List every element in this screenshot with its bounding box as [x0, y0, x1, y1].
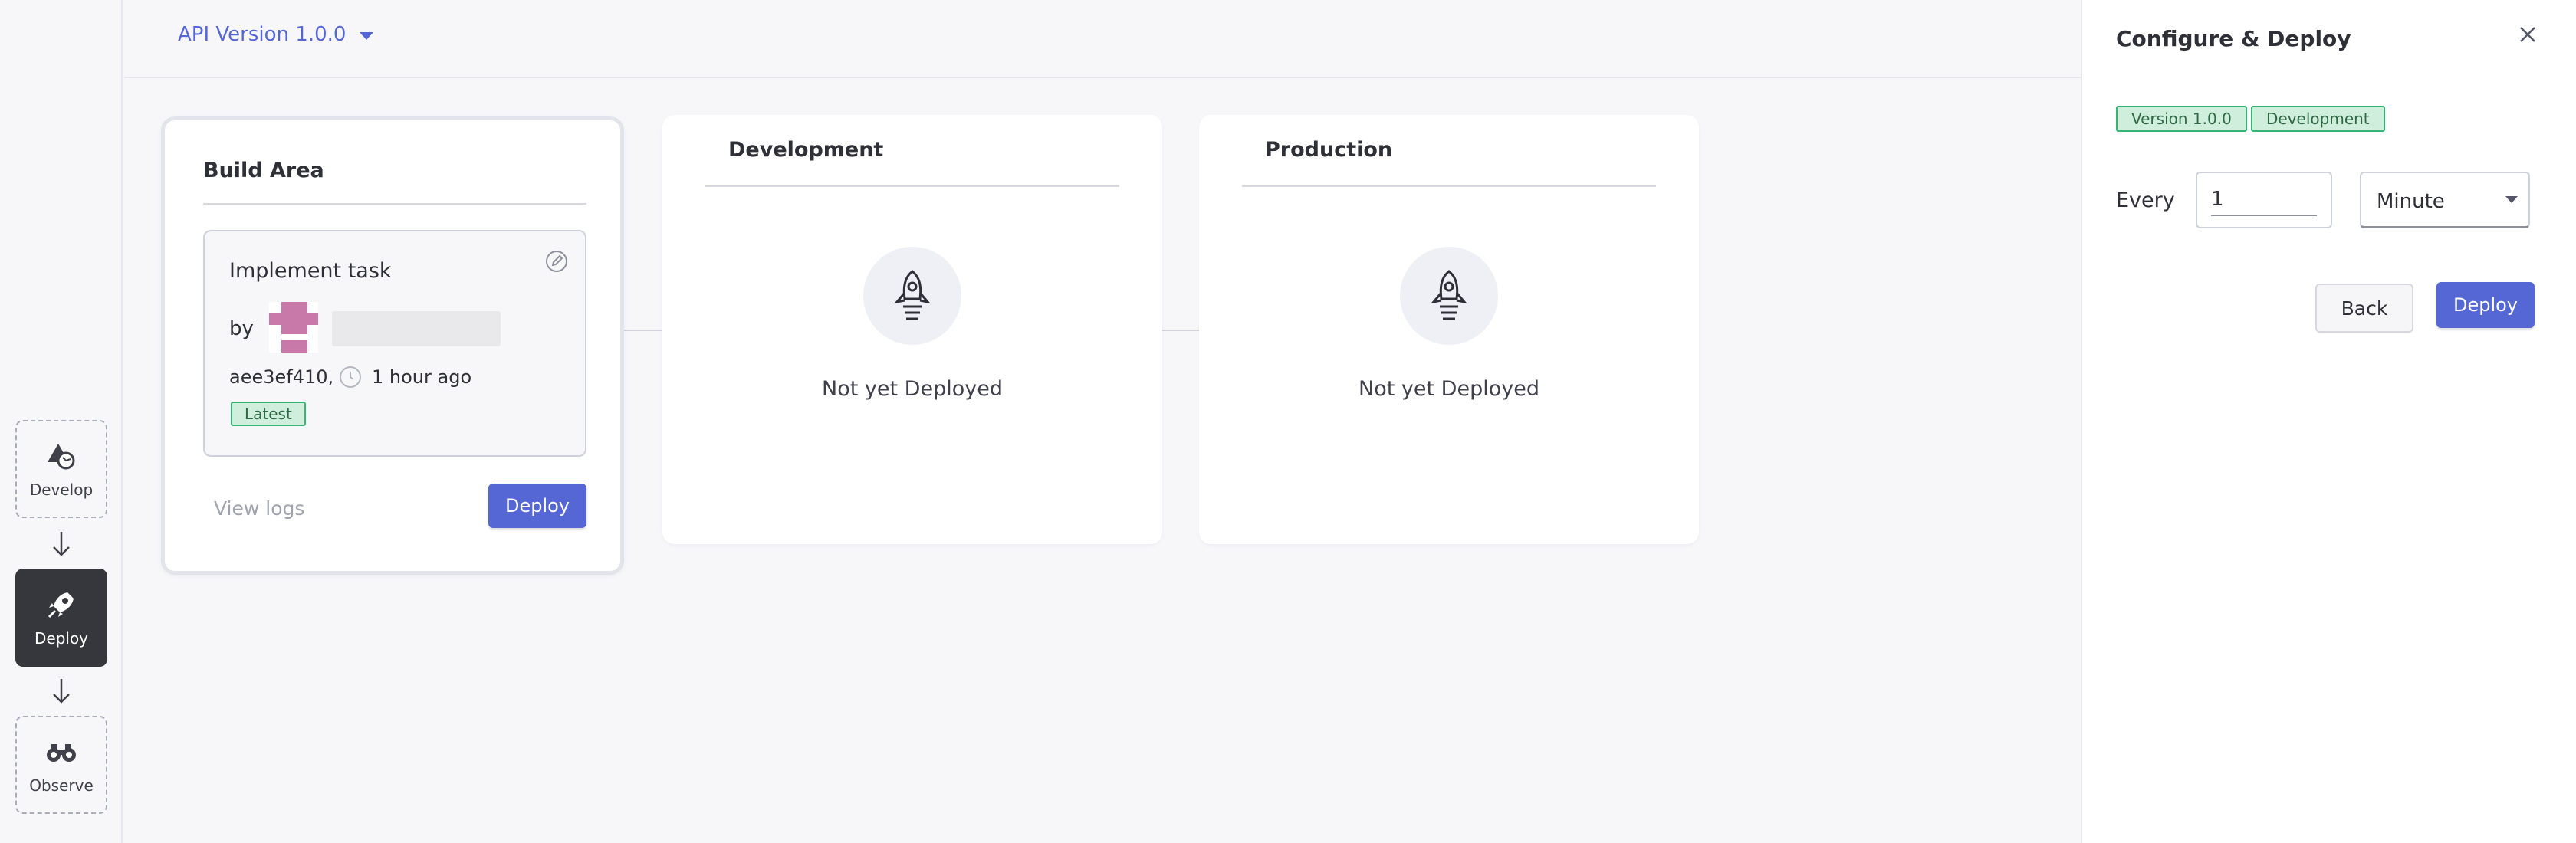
step-deploy-label: Deploy	[34, 629, 89, 648]
step-observe[interactable]: Observe	[15, 716, 107, 814]
step-develop-label: Develop	[29, 481, 94, 499]
every-label: Every	[2116, 189, 2175, 212]
pipeline-connector	[624, 330, 662, 331]
api-version-label: API Version 1.0.0	[178, 23, 347, 46]
arrow-down-icon	[53, 679, 70, 704]
view-logs-link[interactable]: View logs	[214, 497, 304, 520]
edit-icon[interactable]	[544, 248, 570, 274]
rocket-placeholder	[863, 247, 961, 345]
author-by-label: by	[229, 317, 254, 340]
step-observe-label: Observe	[29, 776, 94, 795]
divider	[705, 185, 1119, 187]
clock-icon	[340, 366, 361, 388]
deployment-status: Not yet Deployed	[822, 377, 1003, 401]
commit-hash: aee3ef410,	[229, 366, 334, 388]
latest-badge: Latest	[231, 402, 306, 426]
avatar	[269, 302, 318, 353]
divider	[203, 203, 586, 205]
environment-title: Development	[728, 138, 884, 162]
arrow-down-icon	[53, 532, 70, 556]
rocket-placeholder	[1400, 247, 1498, 345]
build-area-card: Build Area Implement task by aee3ef410, …	[161, 116, 624, 575]
interval-field	[2196, 172, 2332, 228]
author-name-redacted	[332, 311, 501, 346]
caret-down-icon	[360, 32, 374, 40]
interval-unit-value: Minute	[2377, 190, 2445, 213]
interval-unit-select[interactable]: Minute	[2360, 172, 2530, 228]
top-header: API Version 1.0.0	[124, 0, 2081, 78]
environment-tag: Development	[2251, 106, 2385, 132]
rocket-icon	[894, 270, 931, 320]
commit-time: 1 hour ago	[372, 366, 472, 388]
rocket-icon	[1431, 270, 1467, 320]
workflow-sidebar: Develop Deploy Observe	[0, 0, 123, 843]
build-deploy-button[interactable]: Deploy	[488, 484, 586, 528]
pipeline-connector	[1162, 330, 1199, 331]
api-version-dropdown[interactable]: API Version 1.0.0	[178, 23, 374, 46]
configure-deploy-panel: Configure & Deploy Version 1.0.0 Develop…	[2081, 0, 2576, 843]
commit-card: Implement task by aee3ef410, 1 hour ago …	[203, 230, 586, 457]
environment-card-development: Development Not yet Deployed	[662, 115, 1162, 544]
deploy-button[interactable]: Deploy	[2436, 282, 2535, 328]
environment-card-production: Production Not yet Deployed	[1199, 115, 1699, 544]
commit-title: Implement task	[229, 259, 392, 283]
step-develop[interactable]: Develop	[15, 420, 107, 518]
panel-title: Configure & Deploy	[2116, 26, 2351, 51]
deployment-status: Not yet Deployed	[1359, 377, 1539, 401]
divider	[1242, 185, 1656, 187]
interval-input[interactable]	[2211, 184, 2317, 216]
close-icon[interactable]	[2516, 23, 2539, 46]
build-area-title: Build Area	[203, 159, 324, 182]
rocket-icon	[48, 592, 74, 618]
environment-title: Production	[1265, 138, 1393, 162]
step-deploy[interactable]: Deploy	[15, 569, 107, 667]
binoculars-icon	[47, 744, 76, 762]
develop-icon	[48, 444, 75, 470]
back-button[interactable]: Back	[2315, 284, 2413, 333]
chevron-down-icon	[2505, 196, 2518, 203]
version-tag: Version 1.0.0	[2116, 106, 2247, 132]
